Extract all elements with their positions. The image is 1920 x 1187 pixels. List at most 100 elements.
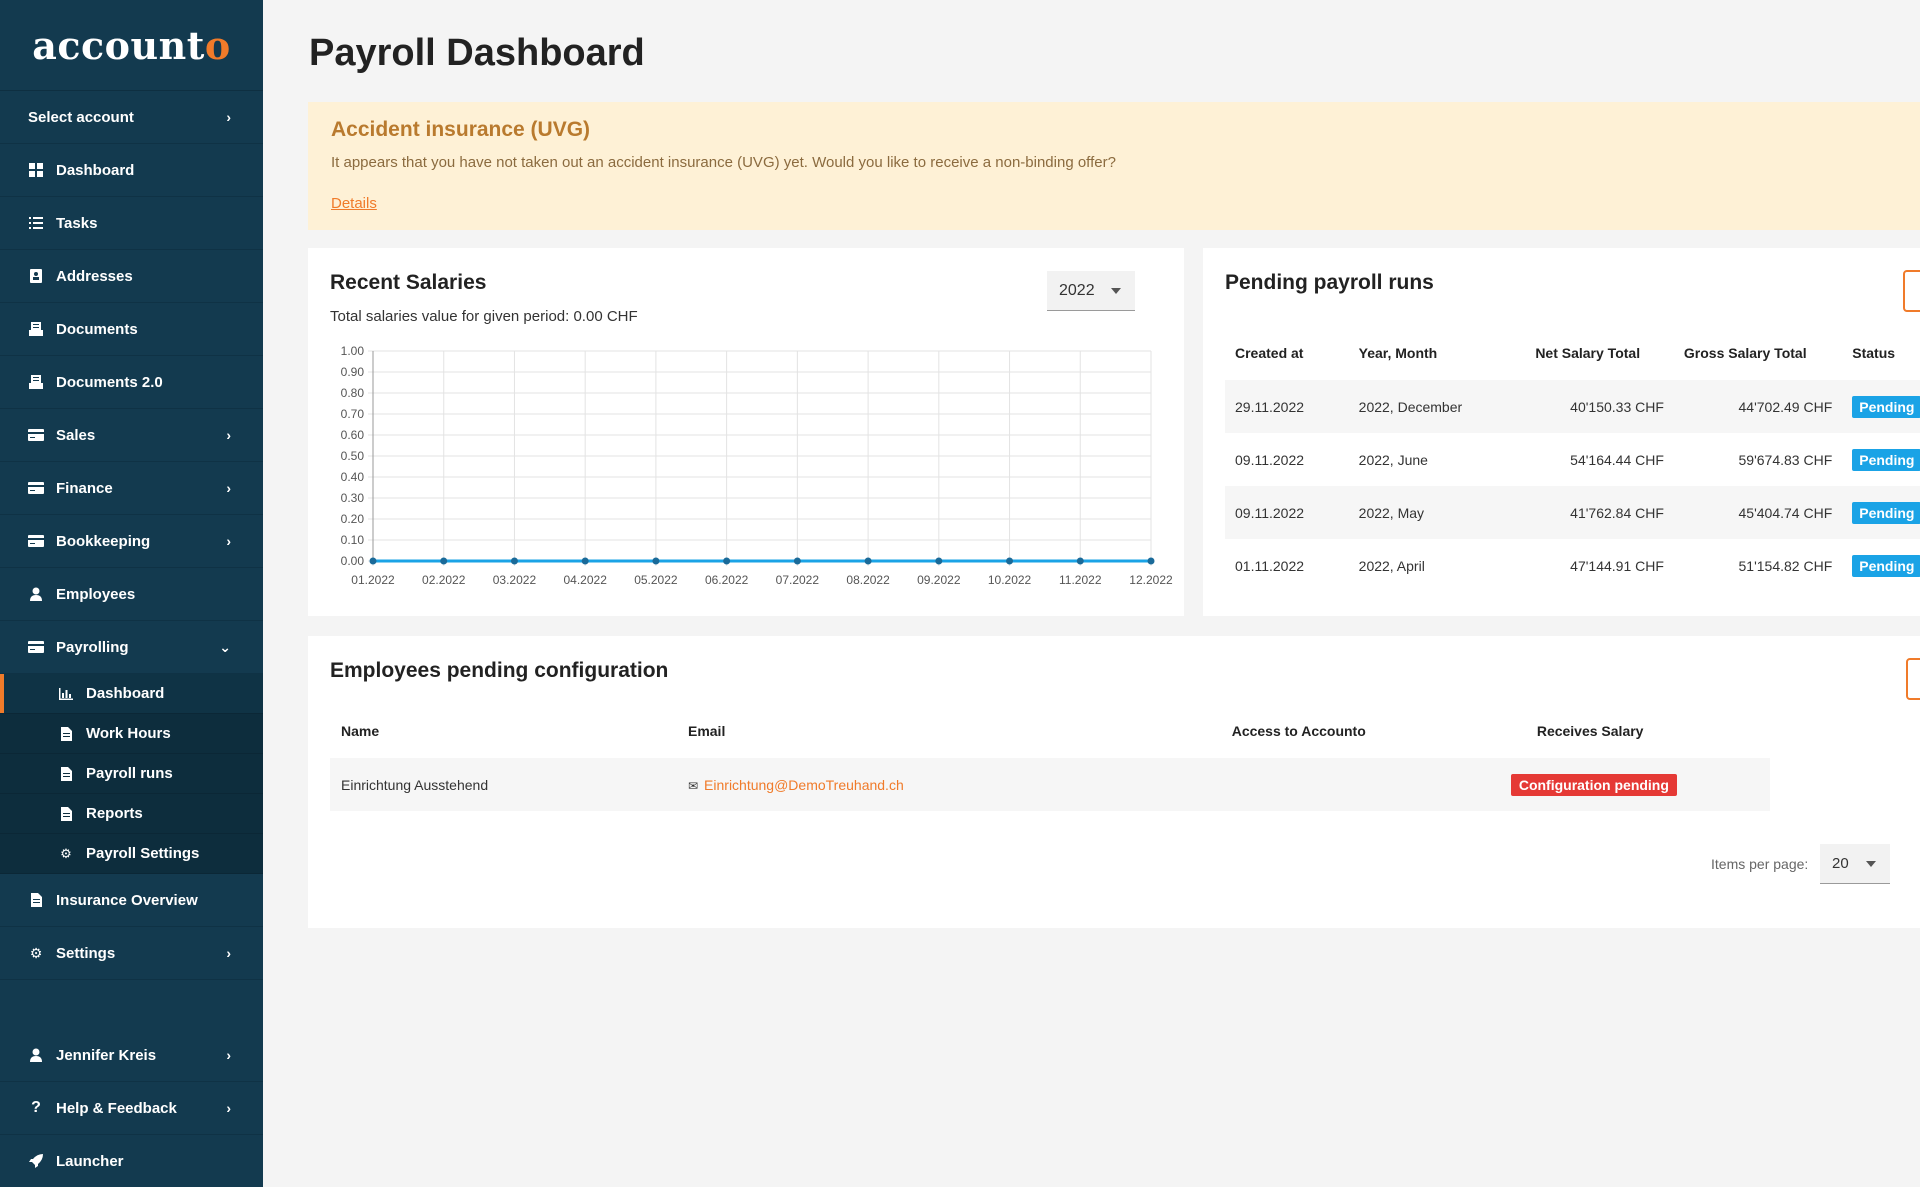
inbox-icon bbox=[28, 374, 44, 390]
sidebar-item-tasks[interactable]: Tasks bbox=[0, 197, 263, 250]
cell-access bbox=[1221, 758, 1501, 811]
tasks-icon bbox=[28, 215, 44, 231]
sidebar-item-documents-2[interactable]: Documents 2.0 bbox=[0, 356, 263, 409]
sidebar-subitem-payroll-settings[interactable]: ⚙ Payroll Settings bbox=[0, 834, 263, 874]
sidebar-footer: Jennifer Kreis › ? Help & Feedback › Lau… bbox=[0, 1029, 263, 1187]
status-badge: Pending bbox=[1852, 501, 1920, 524]
sidebar-item-bookkeeping[interactable]: Bookkeeping › bbox=[0, 515, 263, 568]
sidebar-item-label: Jennifer Kreis bbox=[56, 1046, 157, 1064]
chevron-right-icon: › bbox=[226, 945, 231, 961]
table-row[interactable]: 09.11.2022 2022, May 41'762.84 CHF 45'40… bbox=[1225, 486, 1920, 539]
employees-pending-title: Employees pending configuration bbox=[330, 659, 669, 682]
sidebar-item-label: Reports bbox=[86, 805, 143, 822]
cell-net: 40'150.33 CHF bbox=[1570, 398, 1664, 415]
status-badge: Pending bbox=[1852, 395, 1920, 418]
sidebar-item-dashboard[interactable]: Dashboard bbox=[0, 144, 263, 197]
email-link[interactable]: ✉ Einrichtung@DemoTreuhand.ch bbox=[688, 777, 904, 793]
data-point bbox=[723, 557, 731, 565]
year-select[interactable]: 2022 bbox=[1047, 271, 1135, 311]
table-row[interactable]: 09.11.2022 2022, June 54'164.44 CHF 59'6… bbox=[1225, 433, 1920, 486]
cell-period: 2022, December bbox=[1358, 398, 1463, 415]
sidebar-item-label: Documents bbox=[56, 320, 138, 338]
sidebar-item-sales[interactable]: Sales › bbox=[0, 409, 263, 462]
sidebar-item-label: Payrolling bbox=[56, 638, 129, 656]
sidebar-item-label: Employees bbox=[56, 585, 136, 603]
sidebar-item-user[interactable]: Jennifer Kreis › bbox=[0, 1029, 263, 1082]
sidebar-item-label: Tasks bbox=[56, 214, 98, 232]
year-select-value: 2022 bbox=[1059, 281, 1095, 299]
document-icon bbox=[28, 892, 44, 908]
address-book-icon bbox=[28, 268, 44, 284]
alert-text: It appears that you have not taken out a… bbox=[331, 154, 1116, 171]
data-point bbox=[1006, 557, 1014, 565]
sidebar-item-label: Settings bbox=[56, 944, 116, 962]
cell-period: 2022, April bbox=[1358, 557, 1425, 574]
employees-action-button[interactable] bbox=[1906, 658, 1920, 700]
sidebar-item-insurance-overview[interactable]: Insurance Overview bbox=[0, 874, 263, 927]
cell-net: 47'144.91 CHF bbox=[1570, 557, 1664, 574]
cell-created: 09.11.2022 bbox=[1235, 504, 1305, 521]
credit-card-icon bbox=[28, 639, 44, 655]
status-badge: Pending bbox=[1852, 554, 1920, 577]
rocket-icon bbox=[28, 1153, 44, 1169]
y-tick-label: 0.30 bbox=[341, 491, 365, 505]
cell-gross: 44'702.49 CHF bbox=[1738, 398, 1833, 415]
sidebar-item-payrolling[interactable]: Payrolling ⌄ bbox=[0, 621, 263, 674]
data-point bbox=[510, 557, 518, 565]
sidebar-item-addresses[interactable]: Addresses bbox=[0, 250, 263, 303]
sidebar-item-label: Payroll runs bbox=[86, 765, 173, 782]
column-net-salary[interactable]: Net Salary Total bbox=[1525, 325, 1674, 380]
user-icon bbox=[28, 586, 44, 602]
table-row[interactable]: 01.11.2022 2022, April 47'144.91 CHF 51'… bbox=[1225, 539, 1920, 592]
chevron-down-icon: ⌄ bbox=[219, 638, 231, 655]
cell-net: 41'762.84 CHF bbox=[1570, 504, 1664, 521]
sidebar-subitem-reports[interactable]: Reports bbox=[0, 794, 263, 834]
table-row[interactable]: Einrichtung Ausstehend ✉ Einrichtung@Demo… bbox=[330, 758, 1770, 811]
sidebar-subitem-payroll-runs[interactable]: Payroll runs bbox=[0, 754, 263, 794]
chevron-right-icon: › bbox=[226, 1047, 231, 1063]
x-tick-label: 10.2022 bbox=[988, 573, 1032, 587]
y-tick-label: 0.90 bbox=[341, 365, 365, 379]
column-status[interactable]: Status bbox=[1842, 325, 1920, 380]
sidebar-item-documents[interactable]: Documents bbox=[0, 303, 263, 356]
table-row[interactable]: 29.11.2022 2022, December 40'150.33 CHF … bbox=[1225, 380, 1920, 433]
cell-created: 01.11.2022 bbox=[1235, 557, 1305, 574]
alert-title: Accident insurance (UVG) bbox=[331, 118, 591, 141]
data-point bbox=[1076, 557, 1084, 565]
cell-period: 2022, June bbox=[1358, 451, 1428, 468]
accounto-logo[interactable]: account o bbox=[0, 0, 263, 91]
items-per-page-select[interactable]: 20 bbox=[1820, 844, 1890, 884]
sidebar-item-settings[interactable]: ⚙ Settings › bbox=[0, 927, 263, 980]
column-year-month[interactable]: Year, Month bbox=[1349, 325, 1526, 380]
caret-down-icon bbox=[1866, 860, 1876, 867]
credit-card-icon bbox=[28, 480, 44, 496]
payrolling-submenu: Dashboard Work Hours Payroll runs Report… bbox=[0, 674, 263, 874]
alert-details-link[interactable]: Details bbox=[331, 195, 377, 212]
all-payroll-runs-button[interactable]: AL bbox=[1903, 270, 1920, 312]
column-created-at[interactable]: Created at bbox=[1225, 325, 1349, 380]
sidebar-item-help[interactable]: ? Help & Feedback › bbox=[0, 1082, 263, 1135]
column-email[interactable]: Email bbox=[677, 704, 1221, 758]
cell-status: Pending bbox=[1842, 486, 1920, 539]
column-gross-salary[interactable]: Gross Salary Total bbox=[1674, 325, 1842, 380]
y-tick-label: 0.80 bbox=[341, 386, 365, 400]
sidebar-subitem-dashboard[interactable]: Dashboard bbox=[0, 674, 263, 714]
column-name[interactable]: Name bbox=[330, 704, 677, 758]
y-tick-label: 0.20 bbox=[341, 512, 365, 526]
sidebar-subitem-work-hours[interactable]: Work Hours bbox=[0, 714, 263, 754]
y-tick-label: 0.10 bbox=[341, 533, 365, 547]
credit-card-icon bbox=[28, 533, 44, 549]
sidebar-item-employees[interactable]: Employees bbox=[0, 568, 263, 621]
x-tick-label: 03.2022 bbox=[493, 573, 537, 587]
sidebar-item-label: Finance bbox=[56, 479, 113, 497]
cell-receives-salary: Configuration pending bbox=[1501, 758, 1770, 811]
sidebar-item-finance[interactable]: Finance › bbox=[0, 462, 263, 515]
column-receives-salary[interactable]: Receives Salary bbox=[1501, 704, 1770, 758]
sidebar-item-launcher[interactable]: Launcher bbox=[0, 1135, 263, 1187]
x-tick-label: 02.2022 bbox=[422, 573, 466, 587]
data-point bbox=[793, 557, 801, 565]
sidebar: account o Select account › Dashboard Task… bbox=[0, 0, 263, 1187]
column-access[interactable]: Access to Accounto bbox=[1221, 704, 1501, 758]
cell-net: 54'164.44 CHF bbox=[1570, 451, 1664, 468]
select-account[interactable]: Select account › bbox=[0, 91, 263, 144]
